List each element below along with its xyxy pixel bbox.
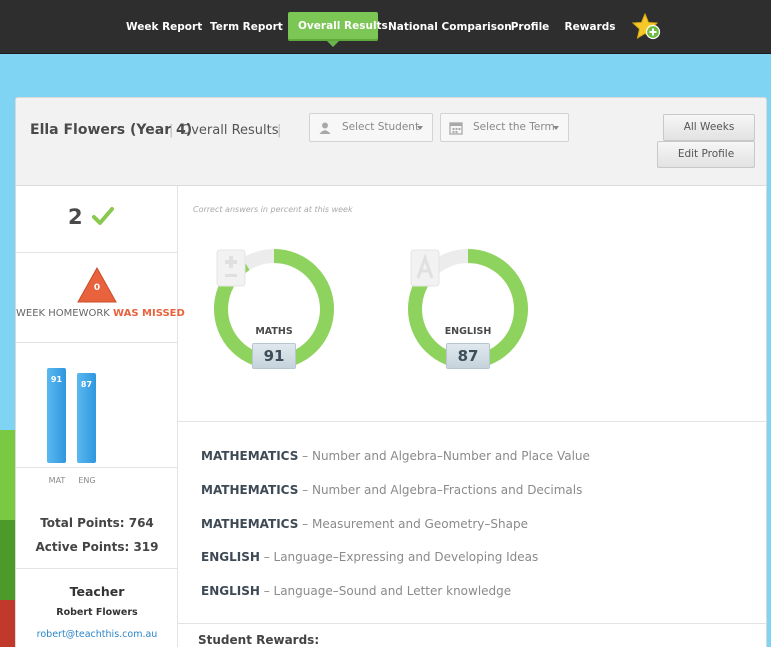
- topic-item[interactable]: ENGLISH – Language–Sound and Letter know…: [201, 584, 511, 598]
- user-icon: [319, 122, 331, 134]
- topic-detail: – Language–Expressing and Developing Ide…: [259, 550, 539, 564]
- topic-subject: MATHEMATICS: [201, 483, 299, 497]
- calendar-icon: [449, 122, 463, 135]
- topic-detail: – Number and Algebra–Fractions and Decim…: [298, 483, 583, 497]
- section-divider: [178, 623, 766, 624]
- star-add-icon[interactable]: [632, 13, 662, 41]
- select-student-label: Select Student: [342, 121, 420, 133]
- completed-count: 2: [68, 205, 83, 229]
- checkmark-icon: [92, 207, 114, 225]
- topic-subject: ENGLISH: [201, 550, 260, 564]
- student-rewards-heading: Student Rewards:: [198, 633, 320, 647]
- maths-donut: MATHS 91: [213, 248, 335, 370]
- nav-overall-results[interactable]: Overall Results: [288, 12, 388, 47]
- missed-count: 0: [93, 283, 101, 293]
- nav-profile[interactable]: Profile: [508, 0, 552, 54]
- chevron-down-icon: [553, 126, 559, 130]
- teacher-name: Robert Flowers: [56, 607, 138, 618]
- topic-subject: MATHEMATICS: [201, 449, 299, 463]
- edit-profile-button[interactable]: Edit Profile: [657, 141, 755, 168]
- panel-header: Ella Flowers (Year 4) | Overall Results …: [16, 98, 766, 186]
- topic-subject: MATHEMATICS: [201, 517, 299, 531]
- english-score: 87: [446, 343, 490, 369]
- maths-score: 91: [252, 343, 296, 369]
- all-weeks-button[interactable]: All Weeks: [663, 114, 755, 141]
- topic-subject: ENGLISH: [201, 584, 260, 598]
- page-title: Overall Results: [181, 123, 279, 138]
- completed-box: 2: [16, 186, 178, 253]
- maths-label: MATHS: [255, 326, 293, 337]
- topic-item[interactable]: MATHEMATICS – Measurement and Geometry–S…: [201, 517, 528, 531]
- select-term-label: Select the Term: [473, 121, 555, 133]
- student-name: Ella Flowers (Year 4): [30, 122, 193, 138]
- missed-box: 0 WEEK HOMEWORK WAS MISSED: [16, 253, 185, 343]
- nav-term-report[interactable]: Term Report: [210, 0, 283, 54]
- header-separator: |: [169, 123, 174, 138]
- active-points: Active Points: 319: [35, 540, 159, 554]
- topic-item[interactable]: MATHEMATICS – Number and Algebra–Fractio…: [201, 483, 582, 497]
- score-bar-chart: 91 MAT 87 ENG: [16, 343, 178, 485]
- nav-national-comparison[interactable]: National Comparison: [388, 0, 512, 54]
- topic-item[interactable]: MATHEMATICS – Number and Algebra–Number …: [201, 449, 590, 463]
- english-label: ENGLISH: [444, 326, 492, 337]
- nav-week-report[interactable]: Week Report: [126, 0, 202, 54]
- results-panel: Ella Flowers (Year 4) | Overall Results …: [15, 97, 767, 647]
- missed-text: WEEK HOMEWORK WAS MISSED: [16, 308, 185, 319]
- chevron-down-icon: [417, 126, 423, 130]
- score-bar-value: 87: [80, 379, 93, 389]
- letter-a-icon: [410, 249, 440, 287]
- top-navigation: Week Report Term Report Overall Results …: [0, 0, 771, 54]
- english-donut: ENGLISH 87: [407, 248, 529, 370]
- missed-text-emphasis: WAS MISSED: [113, 308, 185, 319]
- select-student-dropdown[interactable]: Select Student: [309, 113, 433, 142]
- header-separator: |: [277, 123, 282, 138]
- points-box: Total Points: 764 Active Points: 319: [16, 468, 178, 569]
- score-bar-value: 91: [50, 375, 63, 385]
- teacher-heading: Teacher: [69, 584, 125, 599]
- nav-rewards[interactable]: Rewards: [564, 0, 616, 54]
- missed-text-prefix: WEEK HOMEWORK: [16, 308, 114, 319]
- section-divider: [178, 421, 766, 422]
- results-caption: Correct answers in percent at this week: [193, 205, 353, 214]
- score-bars-box: 91 MAT 87 ENG: [16, 343, 178, 485]
- topic-item[interactable]: ENGLISH – Language–Expressing and Develo…: [201, 550, 538, 564]
- teacher-box: Teacher Robert Flowers robert@teachthis.…: [16, 569, 178, 647]
- total-points: Total Points: 764: [40, 516, 154, 530]
- select-term-dropdown[interactable]: Select the Term: [440, 113, 569, 142]
- calculator-icon: [216, 249, 246, 287]
- summary-sidebar: 2 0 WEEK HOMEWORK WAS MISSED 91 MAT 87 ENG …: [16, 186, 185, 647]
- topic-detail: – Measurement and Geometry–Shape: [298, 517, 528, 531]
- topic-detail: – Language–Sound and Letter knowledge: [259, 584, 512, 598]
- teacher-email-link[interactable]: robert@teachthis.com.au: [16, 629, 178, 640]
- topic-detail: – Number and Algebra–Number and Place Va…: [298, 449, 590, 463]
